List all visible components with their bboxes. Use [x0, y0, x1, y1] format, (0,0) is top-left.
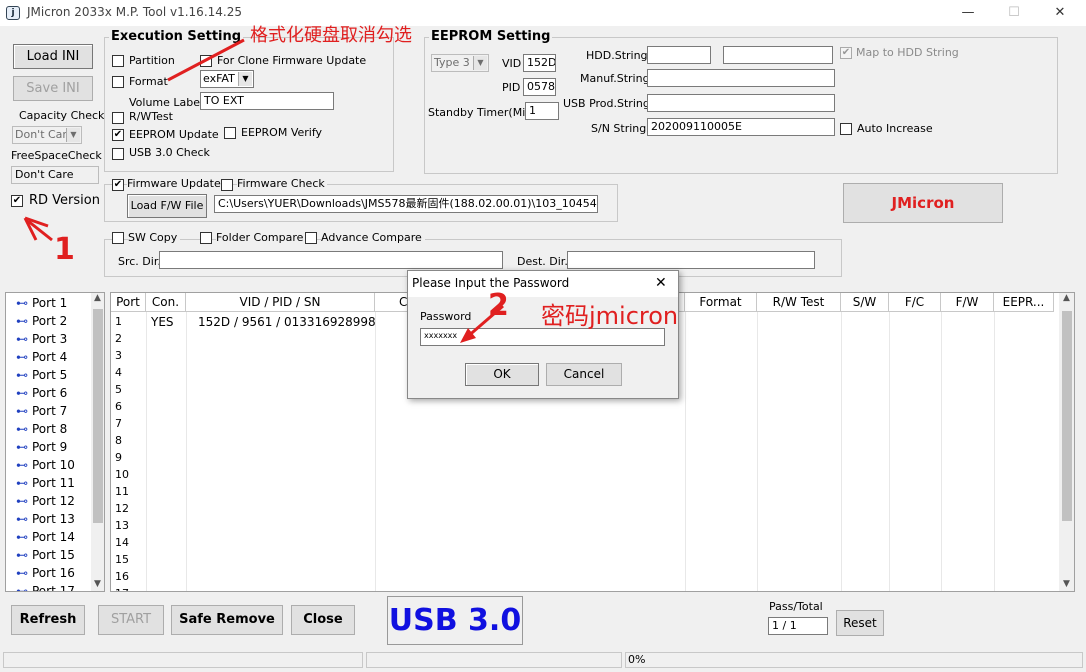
format-annotation-note: 格式化硬盘取消勾选: [250, 25, 412, 46]
annotation-number-1: 1: [54, 232, 75, 267]
format-annotation-line: [167, 38, 245, 82]
annotation-number-2: 2: [488, 288, 509, 323]
password-annotation-note: 密码jmicron: [541, 302, 679, 330]
annotation-overlay: [23, 38, 504, 343]
